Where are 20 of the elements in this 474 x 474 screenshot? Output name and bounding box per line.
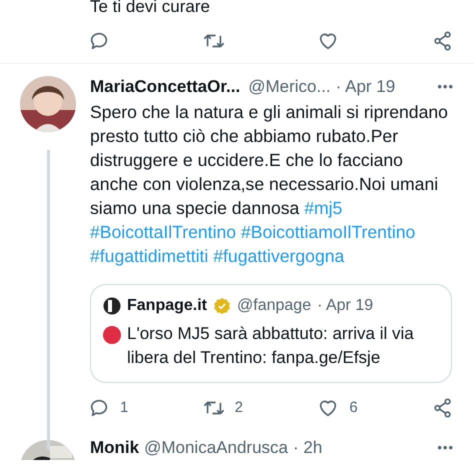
tweet-text: Te ti devi curare: [90, 0, 210, 16]
action-count: 6: [349, 398, 358, 418]
user-name: Fanpage.it: [127, 296, 208, 316]
quoted-tweet-card[interactable]: Fanpage.it @fanpage · Apr 19 L'orso MJ5 sarà abbattuto: arriva il via libera del Trentino: fanpa.ge/Efsje: [90, 284, 452, 383]
tweet-time: · 2h: [293, 440, 322, 458]
user-handle: @Merico...: [248, 76, 331, 98]
action-count: 1: [120, 398, 128, 418]
reply-icon[interactable]: [88, 30, 110, 52]
action-count: 2: [234, 398, 243, 418]
tweet-text: Spero che la natura e gli animali si riprendano presto tutto ciò che abbiamo rubato.Per distruggere e uccidere.E che lo facciano anche con violenza,se necessario.Noi umani siamo una specie dannosa #mj5 #BoicottaIlTrentino #BoicottiamoIlTrentino #fugattidimettiti #fugattivergogna: [90, 101, 449, 268]
logo-icon: [103, 297, 121, 315]
more-button[interactable]: •••: [437, 76, 454, 98]
user-name[interactable]: Monik: [90, 440, 140, 458]
tweet-time: · Apr 19: [336, 76, 396, 98]
user-handle: @fanpage: [237, 296, 312, 316]
user-handle: @MonicaAndrusca: [144, 440, 288, 458]
tweet-time: · Apr 19: [317, 296, 374, 316]
quoted-text: L'orso MJ5 sarà abbattuto: arriva il via libera del Trentino: fanpa.ge/Efsje: [127, 323, 415, 369]
user-name[interactable]: MariaConcettaOr...: [90, 76, 240, 98]
more-button[interactable]: •••: [437, 440, 454, 458]
